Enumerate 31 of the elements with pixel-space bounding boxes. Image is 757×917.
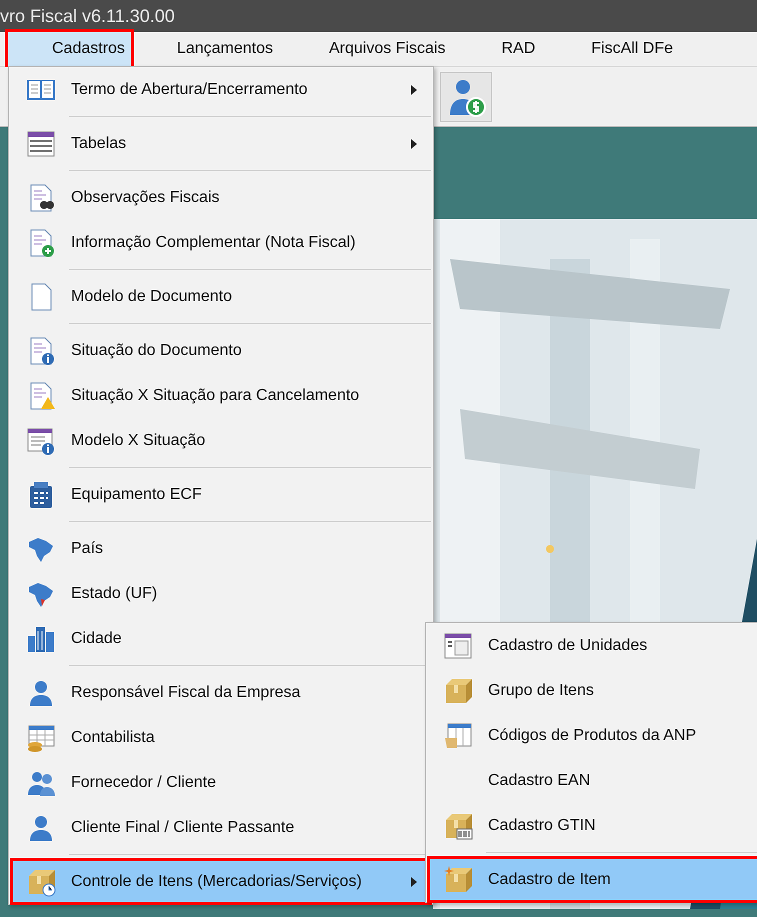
menu-item[interactable]: Observações Fiscais — [11, 175, 431, 220]
menu-bar-item[interactable]: RAD — [473, 32, 564, 66]
menu-item[interactable]: Códigos de Produtos da ANP — [428, 713, 757, 758]
box-sparkle-icon — [443, 864, 473, 894]
menu-item[interactable]: Modelo X Situação — [11, 418, 431, 463]
menu-item[interactable]: Informação Complementar (Nota Fiscal) — [11, 220, 431, 265]
menu-bar-item[interactable]: FiscAll DFe — [563, 32, 702, 66]
menu-item[interactable]: Termo de Abertura/Encerramento — [11, 67, 431, 112]
menu-item[interactable]: Cadastro de Item — [428, 857, 757, 902]
menu-item[interactable]: Cadastro GTIN — [428, 803, 757, 848]
toolbar-button[interactable] — [440, 72, 492, 122]
table-info-icon — [26, 426, 56, 456]
menu-item[interactable]: Modelo de Documento — [11, 274, 431, 319]
menu-item[interactable]: Equipamento ECF — [11, 472, 431, 517]
table-coins-icon — [26, 722, 56, 752]
menu-bar-item[interactable]: Cadastros — [8, 32, 131, 66]
form-window-icon — [443, 630, 473, 660]
menu-item[interactable]: Tabelas — [11, 121, 431, 166]
table-note-icon — [443, 720, 473, 750]
menu-item[interactable]: Estado (UF) — [11, 571, 431, 616]
menu-item[interactable]: Situação do Documento — [11, 328, 431, 373]
menu-item[interactable]: Grupo de Itens — [428, 668, 757, 713]
window-title: vro Fiscal v6.11.30.00 — [0, 6, 175, 26]
menu-bar-item[interactable]: Arquivos Fiscais — [300, 32, 474, 66]
menu-item[interactable]: Controle de Itens (Mercadorias/Serviços) — [11, 859, 431, 904]
menu-bar-item[interactable]: Lançamentos — [148, 32, 301, 66]
menu-item[interactable]: Cadastro de Unidades — [428, 623, 757, 668]
menu-item[interactable]: País — [11, 526, 431, 571]
menu-item[interactable]: Cadastro EAN — [428, 758, 757, 803]
table-icon — [26, 128, 56, 158]
menu-item[interactable]: Situação X Situação para Cancelamento — [11, 373, 431, 418]
